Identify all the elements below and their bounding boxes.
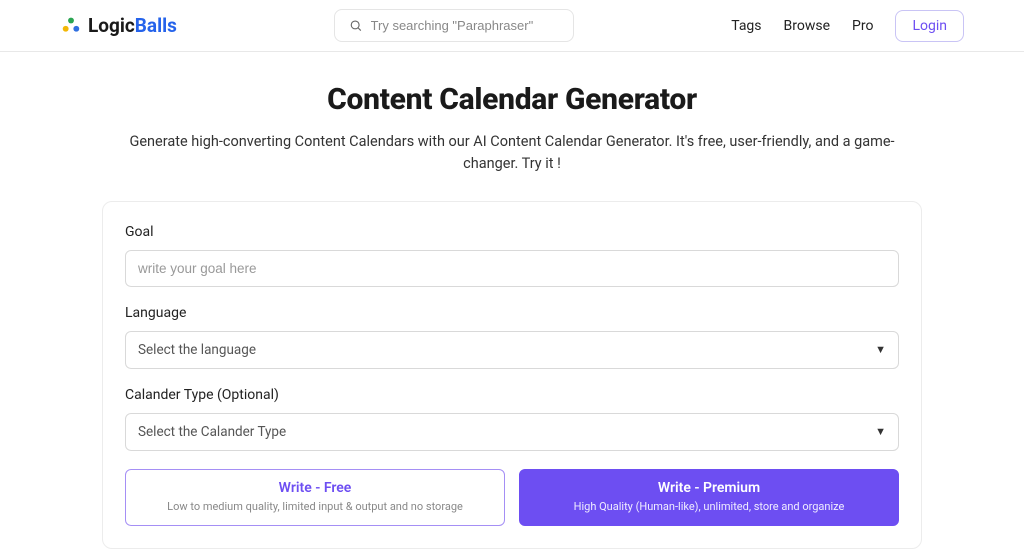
nav-pro[interactable]: Pro: [852, 18, 873, 34]
language-select[interactable]: Select the language ▼: [125, 331, 899, 369]
calendar-type-label: Calander Type (Optional): [125, 387, 899, 403]
action-row: Write - Free Low to medium quality, limi…: [125, 469, 899, 526]
search-box[interactable]: [334, 9, 574, 42]
nav-tags[interactable]: Tags: [731, 18, 761, 34]
logo-icon: [60, 15, 82, 37]
write-free-sub: Low to medium quality, limited input & o…: [134, 500, 496, 513]
brand-second: Balls: [135, 14, 177, 37]
search-input[interactable]: [371, 18, 560, 33]
header-bar: LogicBalls Tags Browse Pro Login: [0, 0, 1024, 52]
chevron-down-icon: ▼: [875, 425, 886, 438]
calendar-type-select[interactable]: Select the Calander Type ▼: [125, 413, 899, 451]
write-free-title: Write - Free: [134, 480, 496, 496]
main-container: Content Calendar Generator Generate high…: [82, 82, 942, 549]
search-wrap: [334, 9, 574, 42]
login-button[interactable]: Login: [895, 10, 964, 42]
goal-input[interactable]: [138, 261, 886, 276]
nav: Tags Browse Pro Login: [731, 10, 964, 42]
write-premium-title: Write - Premium: [528, 480, 890, 496]
form-card: Goal Language Select the language ▼ Cala…: [102, 201, 922, 549]
search-icon: [349, 18, 362, 33]
goal-input-wrap[interactable]: [125, 250, 899, 287]
language-label: Language: [125, 305, 899, 321]
page-title: Content Calendar Generator: [102, 82, 922, 117]
calendar-selected: Select the Calander Type: [138, 424, 286, 440]
brand-logo[interactable]: LogicBalls: [60, 14, 177, 37]
page-subtitle: Generate high-converting Content Calenda…: [102, 131, 922, 175]
goal-label: Goal: [125, 224, 899, 240]
brand-first: Logic: [88, 14, 135, 37]
write-premium-sub: High Quality (Human-like), unlimited, st…: [528, 500, 890, 513]
write-premium-button[interactable]: Write - Premium High Quality (Human-like…: [519, 469, 899, 526]
language-selected: Select the language: [138, 342, 256, 358]
write-free-button[interactable]: Write - Free Low to medium quality, limi…: [125, 469, 505, 526]
chevron-down-icon: ▼: [875, 343, 886, 356]
nav-browse[interactable]: Browse: [784, 18, 830, 34]
